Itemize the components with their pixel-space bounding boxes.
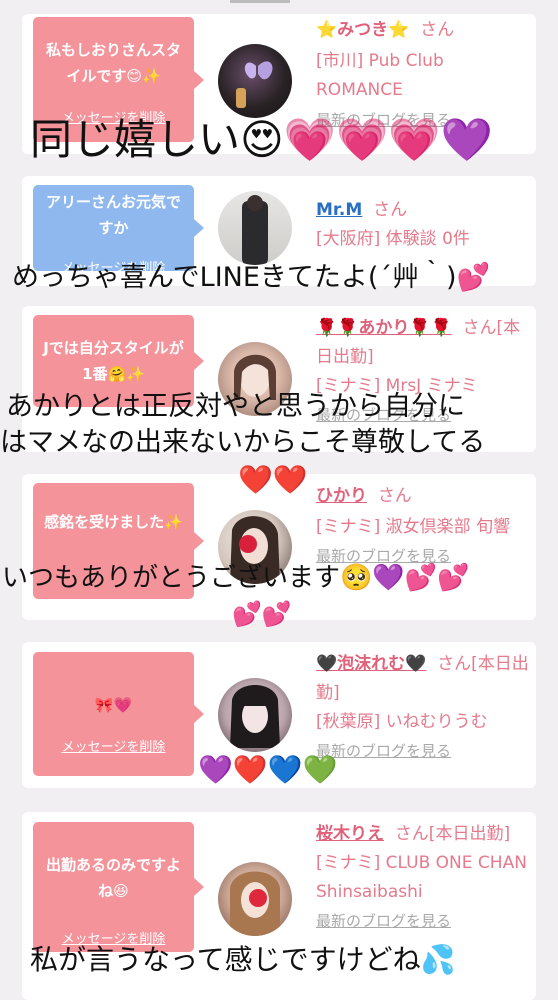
shop-name: [ミナミ] CLUB ONE CHAN Shinsaibashi [316, 853, 527, 902]
latest-blog-link[interactable]: 最新のブログを見る [316, 737, 530, 766]
overlay-hearts-4: 💕💕 [232, 600, 292, 628]
delete-message-link[interactable]: メッセージを削除 [33, 736, 194, 755]
profile-info: Mr.M さん [大阪府] 体験談 0件 [316, 196, 530, 254]
bubble-tail [194, 532, 204, 550]
honorific: さん [373, 200, 408, 220]
shop-name: [ミナミ] 淑女倶楽部 旬響 [316, 517, 511, 537]
overlay-text-1: 同じ嬉しい😍💗💗💗💜 [30, 115, 493, 164]
overlay-hearts-3: ❤️❤️ [238, 463, 308, 496]
overlay-text-3a: あかりとは正反対やと思うから自分に [6, 391, 465, 422]
overlay-hearts-5: 💜❤️💙💚 [198, 753, 338, 786]
message-text: 感銘を受けました✨ [44, 513, 183, 531]
profile-info: ひかり さん [ミナミ] 淑女倶楽部 旬響 最新のブログを見る [316, 482, 530, 571]
cast-name-link[interactable]: 🖤泡沫れむ🖤 [316, 654, 426, 674]
message-text: Jでは自分スタイルが1番🤗✨ [43, 339, 184, 383]
shop-name: [秋葉原] いねむりうむ [316, 712, 488, 732]
avatar[interactable] [218, 678, 292, 752]
overlay-text-6: 私が言うなって感じですけどね💦 [30, 943, 456, 976]
honorific: さん[本日出勤] [394, 824, 511, 844]
cast-name-link[interactable]: Mr.M [316, 200, 362, 220]
bubble-tail [194, 705, 204, 723]
latest-blog-link[interactable]: 最新のブログを見る [316, 907, 530, 936]
honorific: さん [420, 20, 455, 40]
message-text: 私もしおりさんスタイルです😊✨ [45, 41, 181, 85]
avatar[interactable] [218, 44, 292, 118]
portrait-icon [230, 685, 280, 748]
bubble-tail [194, 878, 204, 896]
message-text: 出勤あるのみですよね😆 [45, 856, 181, 900]
avatar[interactable] [218, 862, 292, 936]
bubble-tail [194, 219, 204, 237]
bubble-tail [194, 70, 204, 89]
cast-name-link[interactable]: ⭐みつき⭐ [316, 20, 409, 40]
message-text: 🎀💗 [94, 696, 133, 714]
avatar[interactable] [218, 191, 292, 265]
message-bubble: アリーさんお元気ですか メッセージを削除 [33, 185, 204, 276]
shop-name: [大阪府] 体験談 0件 [316, 229, 470, 249]
cast-name-link[interactable]: 🌹🌹あかり🌹🌹 [316, 318, 452, 338]
person-photo-icon [242, 195, 268, 265]
message-text: アリーさんお元気ですか [45, 193, 181, 237]
message-bubble: 出勤あるのみですよね😆 メッセージを削除 [33, 822, 204, 952]
cast-name-link[interactable]: ひかり [316, 486, 367, 506]
portrait-icon [230, 871, 280, 936]
overlay-text-4: いつもありがとうございます🥺💜💕💕 [2, 563, 470, 593]
butterfly-icon [236, 61, 273, 108]
cast-name-link[interactable]: 桜木りえ [316, 824, 384, 844]
honorific: さん [377, 486, 412, 506]
bubble-tail [194, 352, 204, 370]
profile-info: 🖤泡沫れむ🖤 さん[本日出勤] [秋葉原] いねむりうむ 最新のブログを見る [316, 650, 530, 766]
profile-info: 桜木りえ さん[本日出勤] [ミナミ] CLUB ONE CHAN Shinsa… [316, 820, 530, 936]
top-header-remnant [0, 0, 558, 8]
overlay-text-2: めっちゃ喜んでLINEきてたよ(´艸｀)💕 [12, 262, 491, 293]
overlay-text-3b: はマメなの出来ないからこそ尊敬してる [0, 427, 486, 458]
shop-name: [市川] Pub Club ROMANCE [316, 51, 444, 100]
header-fragment [230, 0, 290, 3]
message-bubble: 🎀💗 メッセージを削除 [33, 652, 204, 776]
